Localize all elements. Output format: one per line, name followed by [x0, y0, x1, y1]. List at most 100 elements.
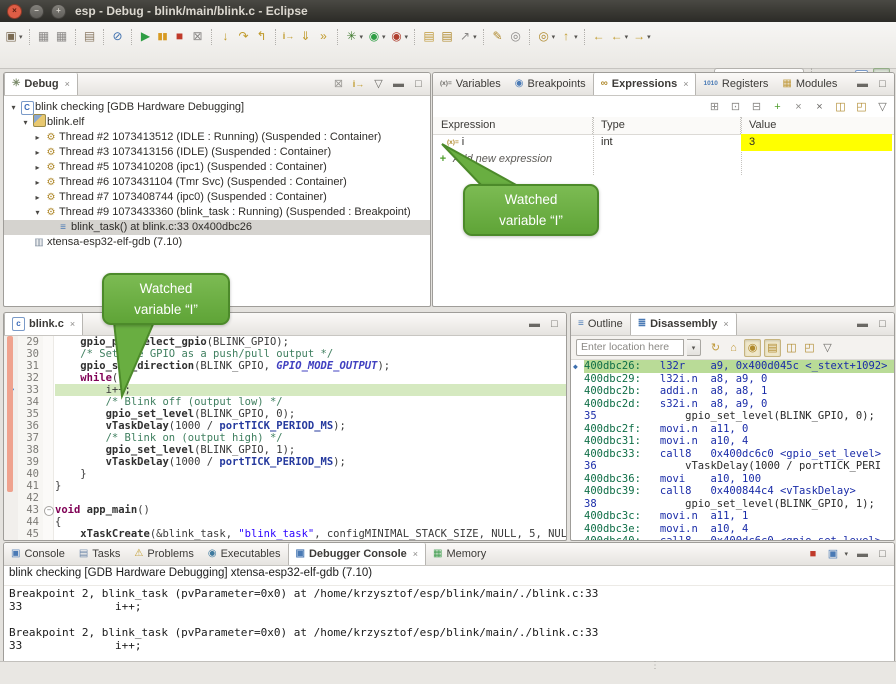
drop-to-frame-icon[interactable]: ⇓ [297, 27, 315, 46]
open-new-view-icon[interactable]: ◰ [854, 99, 869, 115]
column-header-type[interactable]: Type [593, 117, 741, 134]
step-return-icon[interactable]: ↰ [253, 27, 271, 46]
external-tools-dropdown-icon[interactable]: ▾ [405, 33, 409, 41]
disassembly-line[interactable]: 400dbc3c: movi.n a11, 1 [584, 510, 894, 523]
use-step-filters-icon[interactable]: » [315, 27, 333, 46]
tab-debug[interactable]: ✳ Debug × [4, 73, 78, 95]
code-line[interactable]: vTaskDelay(1000 / portTICK_PERIOD_MS); [55, 456, 566, 468]
code-line[interactable]: { [55, 516, 566, 528]
disassembly-line[interactable]: 400dbc2b: addi.n a8, a8, 1 [584, 385, 894, 398]
maximize-icon[interactable]: □ [875, 546, 890, 562]
disassembly-listing[interactable]: ◆400dbc26: l32r a9, 0x400d045c <_stext+1… [571, 360, 894, 540]
location-input[interactable]: Enter location here [576, 339, 684, 356]
show-source-icon[interactable]: ▤ [764, 339, 781, 357]
tree-expand-toggle[interactable]: ▾ [20, 115, 31, 130]
tree-row[interactable]: ▸⚙Thread #5 1073410208 (ipc1) (Suspended… [4, 160, 430, 175]
last-edit-location-dropdown-icon[interactable]: ▾ [574, 33, 578, 41]
pin-editor-dropdown-icon[interactable]: ▾ [552, 33, 556, 41]
step-over-icon[interactable]: ↷ [235, 27, 253, 46]
tab-console[interactable]: ▣Console [4, 543, 72, 565]
view-menu-icon[interactable]: ▽ [875, 99, 890, 115]
column-header-expression[interactable]: Expression [433, 117, 593, 134]
tab-expressions[interactable]: ∞Expressions× [593, 73, 697, 95]
maximize-icon[interactable]: □ [547, 316, 562, 332]
new-view-icon[interactable]: ◫ [833, 99, 848, 115]
code-line[interactable]: gpio_set_level(BLINK_GPIO, 0); [55, 408, 566, 420]
editor-annotation-ruler[interactable]: → [4, 336, 19, 540]
resume-icon[interactable]: ▶ [137, 27, 155, 46]
disassembly-line[interactable]: 400dbc3e: movi.n a10, 4 [584, 523, 894, 536]
tab-outline[interactable]: ≡Outline [571, 313, 630, 335]
tab-blink-c[interactable]: c blink.c × [4, 313, 83, 335]
window-maximize-button[interactable]: + [51, 4, 66, 19]
save-all-icon[interactable]: ▦ [53, 27, 71, 46]
pin-editor-icon[interactable]: ◎ [535, 27, 553, 46]
disassembly-line[interactable]: 400dbc31: movi.n a10, 4 [584, 435, 894, 448]
save-icon[interactable]: ▦ [35, 27, 53, 46]
disassembly-line[interactable]: 400dbc36: movi a10, 100 [584, 473, 894, 486]
open-resource-icon[interactable]: ▤ [438, 27, 456, 46]
location-dropdown-icon[interactable]: ▾ [687, 339, 701, 356]
run-dropdown-icon[interactable]: ▾ [382, 33, 386, 41]
disassembly-line[interactable]: 400dbc33: call8 0x400dc6c0 <gpio_set_lev… [584, 448, 894, 461]
code-line[interactable]: /* Blink on (output high) */ [55, 432, 566, 444]
skip-all-breakpoints-icon[interactable]: ⊘ [109, 27, 127, 46]
disassembly-line[interactable]: 36 vTaskDelay(1000 / portTICK_PERI [584, 460, 894, 473]
minimize-icon[interactable]: ▬ [855, 546, 870, 562]
code-line[interactable]: gpio_set_level(BLINK_GPIO, 1); [55, 444, 566, 456]
close-icon[interactable]: × [683, 79, 688, 89]
close-icon[interactable]: × [70, 319, 75, 329]
code-line[interactable]: xTaskCreate(&blink_task, "blink_task", c… [55, 528, 566, 540]
view-menu-icon[interactable]: ▽ [820, 340, 835, 356]
maximize-icon[interactable]: □ [875, 76, 890, 92]
tree-expand-toggle[interactable]: ▸ [32, 175, 43, 190]
back-dropdown-icon[interactable]: ▾ [625, 33, 629, 41]
remove-all-terminated-icon[interactable]: ⊠ [331, 76, 346, 92]
open-new-view-icon[interactable]: ◰ [802, 340, 817, 356]
show-type-names-icon[interactable]: ⊞ [707, 99, 722, 115]
collapse-all-icon[interactable]: ⊟ [749, 99, 764, 115]
display-selected-console-icon[interactable]: ▣ [825, 546, 840, 562]
step-into-icon[interactable]: ↓ [217, 27, 235, 46]
refresh-index-icon[interactable]: ◎ [507, 27, 525, 46]
code-line[interactable]: } [55, 468, 566, 480]
disassembly-line[interactable]: 400dbc39: call8 0x400844c4 <vTaskDelay> [584, 485, 894, 498]
code-line[interactable]: } [55, 480, 566, 492]
tree-expand-toggle[interactable]: ▾ [8, 100, 19, 115]
disconnect-icon[interactable]: ⊠ [189, 27, 207, 46]
code-line[interactable]: void app_main() [55, 504, 566, 516]
tree-row[interactable]: ▸⚙Thread #7 1073408744 (ipc0) (Suspended… [4, 190, 430, 205]
tab-tasks[interactable]: ▤Tasks [72, 543, 128, 565]
sync-with-active-context-icon[interactable]: ◉ [744, 339, 761, 357]
type-cell[interactable]: int [593, 134, 741, 151]
code-line[interactable]: vTaskDelay(1000 / portTICK_PERIOD_MS); [55, 420, 566, 432]
disassembly-line[interactable]: 38 gpio_set_level(BLINK_GPIO, 1); [584, 498, 894, 511]
tree-expand-toggle[interactable]: ▸ [32, 190, 43, 205]
column-header-value[interactable]: Value [741, 117, 892, 134]
refresh-icon[interactable]: ↻ [708, 340, 723, 356]
new-view-icon[interactable]: ◫ [784, 340, 799, 356]
forward-dropdown-icon[interactable]: ▾ [647, 33, 651, 41]
tab-breakpoints[interactable]: ◉Breakpoints [508, 73, 593, 95]
back-icon[interactable]: ← [608, 27, 626, 46]
tree-row[interactable]: ▸⚙Thread #2 1073413512 (IDLE : Running) … [4, 130, 430, 145]
back-history-icon[interactable]: ← [590, 27, 608, 46]
suspend-icon[interactable]: ▮▮ [155, 27, 171, 46]
tab-modules[interactable]: ▦Modules [775, 73, 844, 95]
window-close-button[interactable]: × [7, 4, 22, 19]
close-icon[interactable]: × [723, 319, 728, 329]
terminate-console-icon[interactable]: ■ [805, 546, 820, 562]
tree-row[interactable]: ▾blink.elf [4, 115, 430, 130]
tree-expand-toggle[interactable]: ▸ [32, 160, 43, 175]
window-minimize-button[interactable]: − [29, 4, 44, 19]
instruction-stepping-icon[interactable]: i→ [281, 27, 297, 46]
minimize-icon[interactable]: ▬ [855, 316, 870, 332]
tab-debugger-console[interactable]: ▣Debugger Console× [288, 543, 427, 565]
new-wizard-dropdown-icon[interactable]: ▾ [19, 33, 23, 41]
instruction-stepping-mode-icon[interactable]: i→ [351, 76, 366, 92]
maximize-icon[interactable]: □ [411, 76, 426, 92]
add-expression-icon[interactable]: + [770, 99, 785, 115]
tab-executables[interactable]: ◉Executables [201, 543, 288, 565]
disassembly-line[interactable]: 400dbc2d: s32i.n a8, a9, 0 [584, 398, 894, 411]
show-logical-structure-icon[interactable]: ⊡ [728, 99, 743, 115]
